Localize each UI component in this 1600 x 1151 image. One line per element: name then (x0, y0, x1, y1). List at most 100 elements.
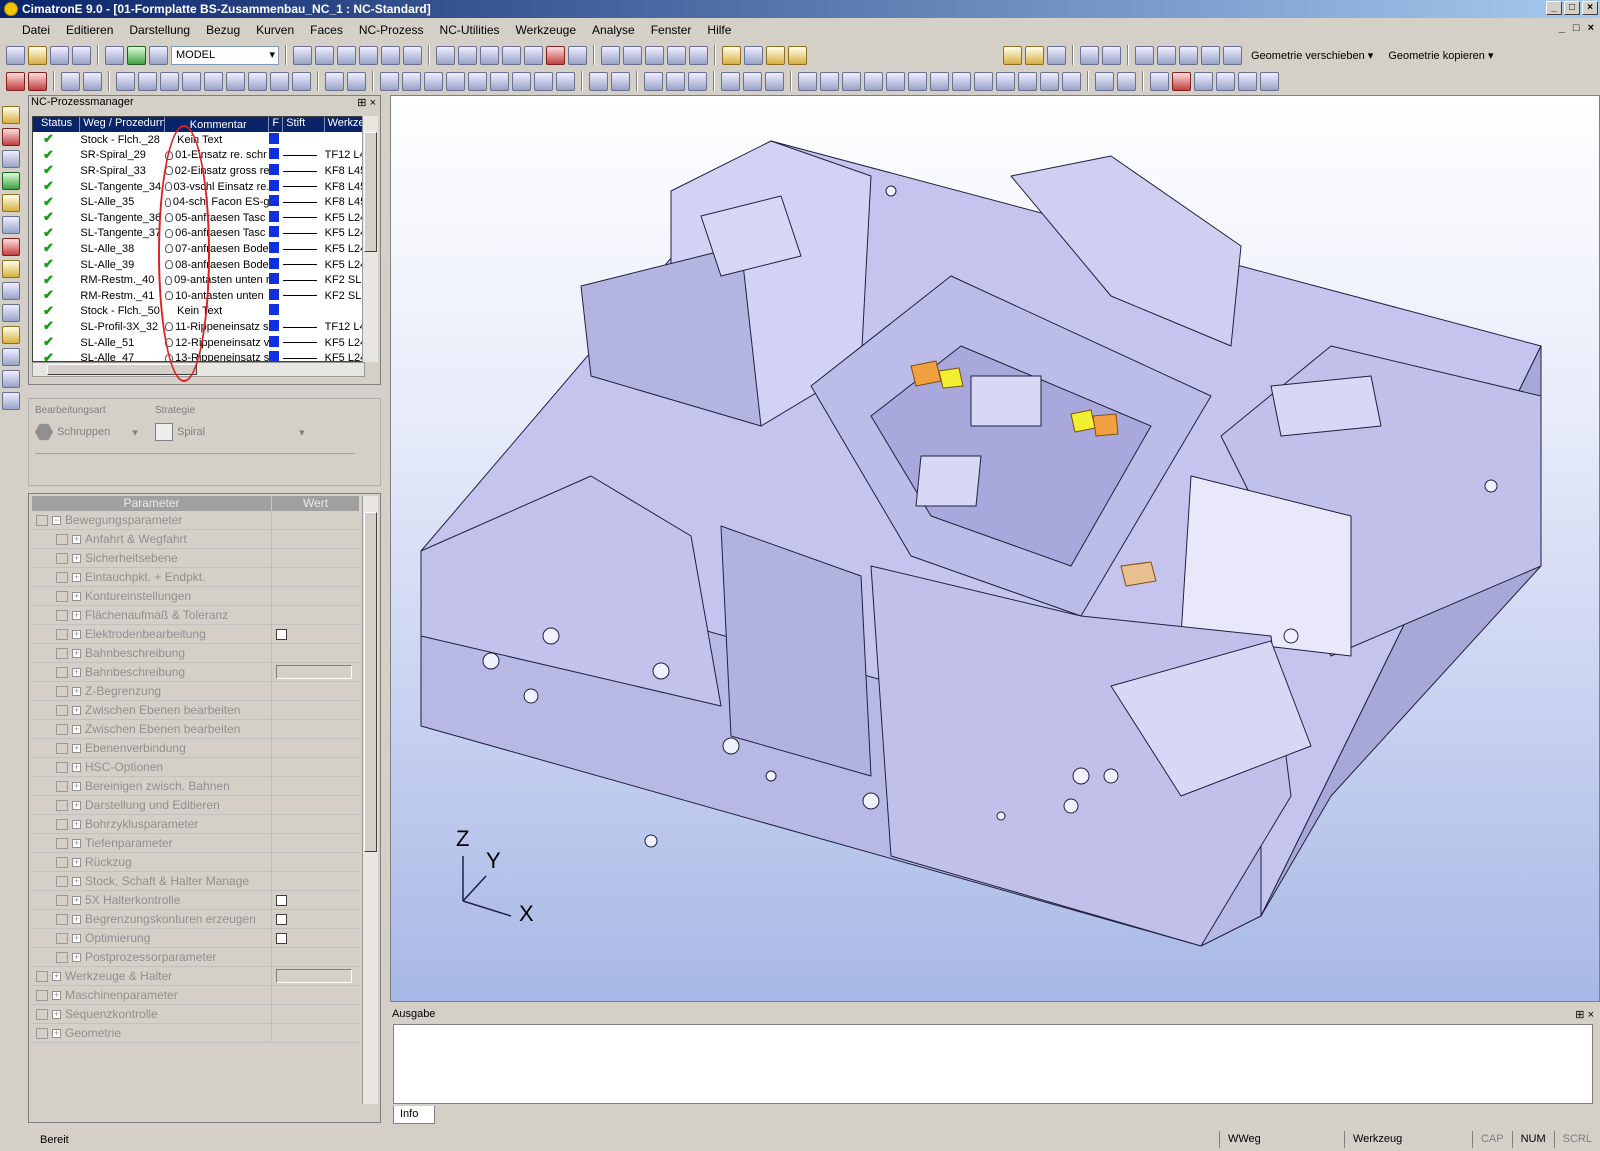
settings-icon[interactable] (1179, 45, 1198, 65)
section-icon[interactable] (689, 45, 708, 65)
parameter-row[interactable]: + Zwischen Ebenen bearbeiten (32, 720, 359, 739)
expand-toggle-icon[interactable]: + (72, 819, 81, 829)
output-pin-close-icon[interactable]: ⊞ × (1575, 1008, 1594, 1021)
parameter-row[interactable]: + HSC-Optionen (32, 758, 359, 777)
process-vertical-scrollbar[interactable] (362, 116, 378, 362)
cancel-icon[interactable] (28, 71, 47, 91)
parameter-checkbox[interactable] (276, 932, 287, 944)
layer-icon[interactable] (722, 45, 741, 65)
xyz-icon[interactable] (1040, 71, 1059, 91)
parameter-checkbox[interactable] (276, 628, 287, 640)
set-icon[interactable] (744, 45, 763, 65)
boundary-icon[interactable] (644, 71, 663, 91)
parameter-row[interactable]: + Kontureinstellungen (32, 587, 359, 606)
close-button[interactable]: × (1582, 1, 1598, 15)
parameter-row[interactable]: + Darstellung und Editieren (32, 796, 359, 815)
render-icon[interactable] (127, 45, 146, 65)
col-status[interactable]: Status (33, 117, 81, 132)
parameter-row[interactable]: + Postprozessorparameter (32, 948, 359, 967)
menu-editieren[interactable]: Editieren (58, 23, 121, 37)
toolpath-icon[interactable] (380, 71, 399, 91)
select-icon[interactable] (61, 71, 80, 91)
delete-selection-icon[interactable] (6, 71, 25, 91)
parameter-field[interactable] (276, 969, 352, 983)
parameter-row[interactable]: + Ebenenverbindung (32, 739, 359, 758)
surface-icon[interactable] (688, 71, 707, 91)
parameter-row[interactable]: + Eintauchpkt. + Endpkt. (32, 568, 359, 587)
copy-geometry-button[interactable]: Geometrie kopieren ▾ (1382, 49, 1499, 62)
mdi-restore-button[interactable]: □ (1573, 22, 1580, 34)
maximize-button[interactable]: □ (1564, 1, 1580, 15)
document-icon[interactable] (2, 392, 20, 410)
minimize-button[interactable]: _ (1546, 1, 1562, 15)
star-icon[interactable] (2, 304, 20, 322)
print-icon[interactable] (105, 45, 124, 65)
dimension-icon[interactable] (996, 71, 1015, 91)
light-bulb-2-icon[interactable] (1025, 45, 1044, 65)
parameter-row[interactable]: + Rückzug (32, 853, 359, 872)
holder-icon[interactable] (490, 71, 509, 91)
pick-list-icon[interactable] (292, 71, 311, 91)
menu-datei[interactable]: Datei (14, 23, 58, 37)
view-right-icon[interactable] (502, 45, 521, 65)
expand-toggle-icon[interactable]: + (72, 724, 81, 734)
trim-icon[interactable] (908, 71, 927, 91)
menu-kurven[interactable]: Kurven (248, 23, 302, 37)
list-icon[interactable] (1238, 71, 1257, 91)
expand-toggle-icon[interactable]: + (72, 800, 81, 810)
expand-toggle-icon[interactable]: − (52, 515, 61, 525)
paint-icon[interactable] (1194, 71, 1213, 91)
pick-plane-icon[interactable] (226, 71, 245, 91)
pick-body-icon[interactable] (248, 71, 267, 91)
execute-icon[interactable] (2, 216, 20, 234)
verify-icon[interactable] (556, 71, 575, 91)
spline-icon[interactable] (886, 71, 905, 91)
zoom-dynamic-icon[interactable] (337, 45, 356, 65)
expand-toggle-icon[interactable]: + (72, 895, 81, 905)
expand-toggle-icon[interactable]: + (72, 629, 81, 639)
procedure-create-icon[interactable] (2, 172, 20, 190)
menu-nc-prozess[interactable]: NC-Prozess (351, 23, 432, 37)
parameter-row[interactable]: + Flächenaufmaß & Toleranz (32, 606, 359, 625)
line-icon[interactable] (798, 71, 817, 91)
expand-toggle-icon[interactable]: + (52, 1028, 61, 1038)
pick-point-icon[interactable] (182, 71, 201, 91)
save-icon[interactable] (50, 45, 69, 65)
expand-toggle-icon[interactable]: + (72, 914, 81, 924)
mdi-close-button[interactable]: × (1588, 22, 1594, 34)
navigator-icon[interactable] (2, 370, 20, 388)
polyline-icon[interactable] (820, 71, 839, 91)
axis-transform-icon[interactable] (721, 71, 740, 91)
view-left-icon[interactable] (524, 45, 543, 65)
light-bulb-icon[interactable] (1003, 45, 1022, 65)
menu-darstellung[interactable]: Darstellung (121, 23, 198, 37)
menu-analyse[interactable]: Analyse (584, 23, 643, 37)
menu-hilfe[interactable]: Hilfe (699, 23, 739, 37)
curve-icon[interactable] (611, 71, 630, 91)
box-icon[interactable] (1018, 71, 1037, 91)
expand-toggle-icon[interactable]: + (72, 743, 81, 753)
pin-icon[interactable]: ⊞ (357, 97, 366, 109)
tab-info[interactable]: Info (393, 1106, 435, 1124)
expand-toggle-icon[interactable]: + (72, 572, 81, 582)
parameter-row[interactable]: + Zwischen Ebenen bearbeiten (32, 701, 359, 720)
expand-toggle-icon[interactable]: + (72, 876, 81, 886)
parameter-row[interactable]: + Anfahrt & Wegfahrt (32, 530, 359, 549)
forward-arrow-icon[interactable] (1102, 45, 1121, 65)
scroll-thumb[interactable] (364, 132, 377, 252)
parameter-row[interactable]: +5X Halterkontrolle (32, 891, 359, 910)
select-filter-icon[interactable] (83, 71, 102, 91)
back-arrow-icon[interactable] (1080, 45, 1099, 65)
package-icon[interactable] (2, 194, 20, 212)
expand-toggle-icon[interactable]: + (72, 686, 81, 696)
menu-fenster[interactable]: Fenster (643, 23, 700, 37)
circle-icon[interactable] (842, 71, 861, 91)
col-werkzeug[interactable]: Werkzeug (325, 117, 364, 132)
menu-werkzeuge[interactable]: Werkzeuge (508, 23, 584, 37)
fill-icon[interactable] (1117, 71, 1136, 91)
query-icon[interactable] (325, 71, 344, 91)
parameter-row[interactable]: + Begrenzungskonturen erzeugen (32, 910, 359, 929)
save-all-icon[interactable] (72, 45, 91, 65)
color-icon[interactable] (766, 45, 785, 65)
menu-nc-utilities[interactable]: NC-Utilities (432, 23, 508, 37)
